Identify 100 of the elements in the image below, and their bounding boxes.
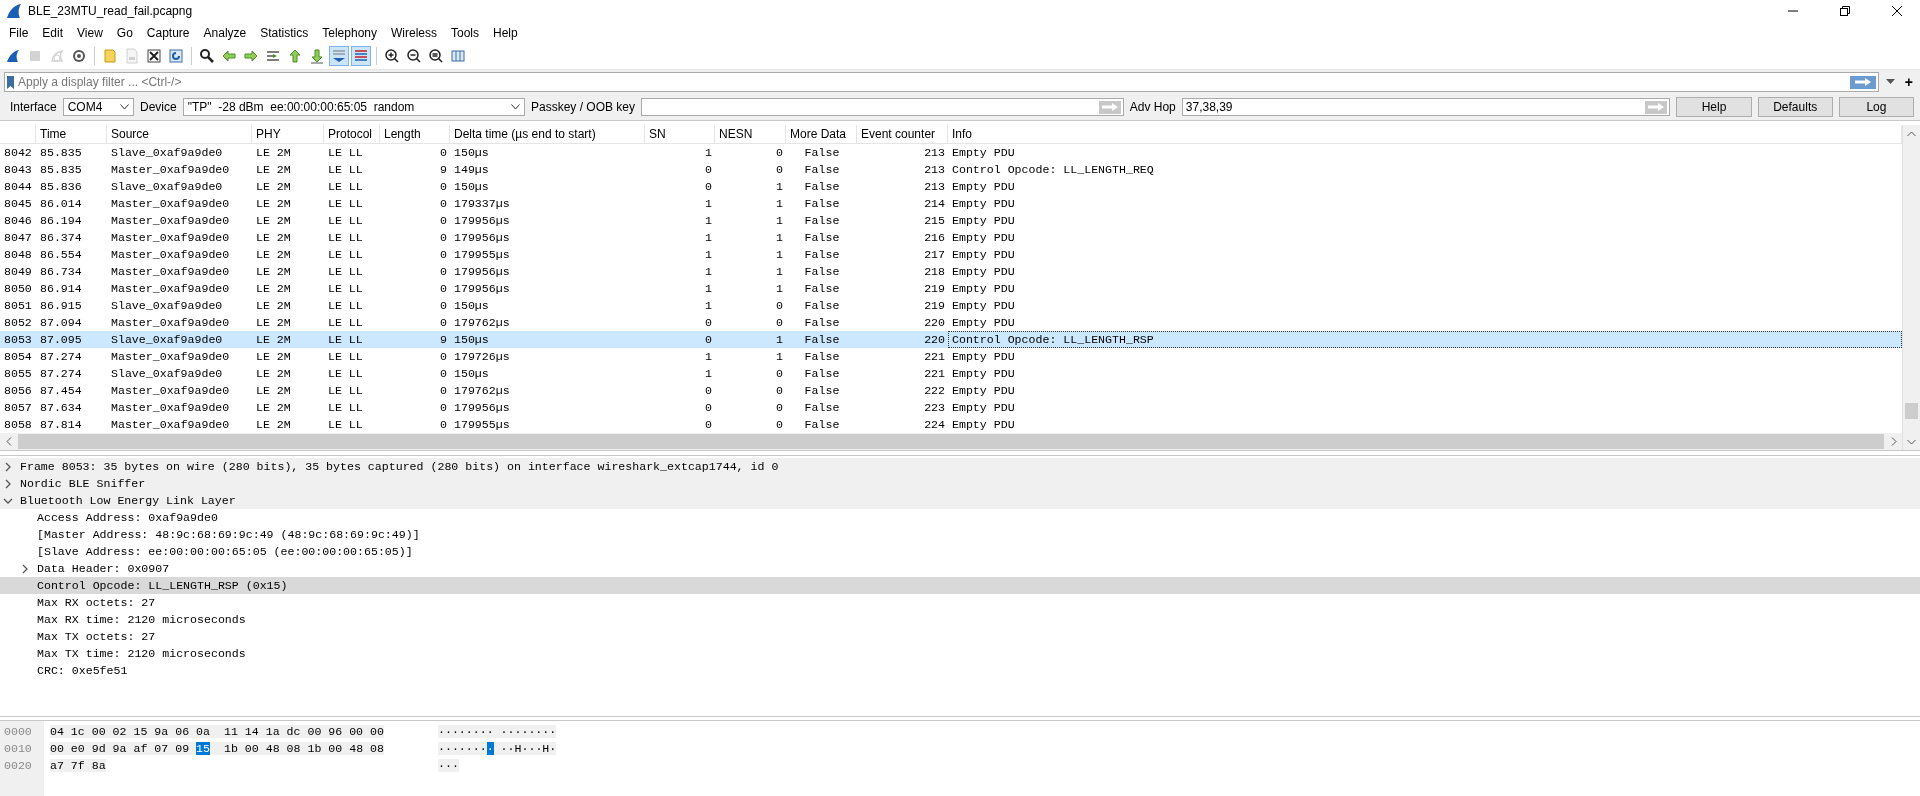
- table-cell-text: 179956µs: [453, 213, 511, 229]
- packet-row[interactable]: 8056 87.454 Master_0xaf9a9de0 LE 2M LE LL 0 179762µs 0 0 False 222 Empty PDU: [0, 382, 1902, 399]
- packet-row[interactable]: 8055 87.274 Slave_0xaf9a9de0 LE 2M LE LL 0 150µs 1 0 False 221 Empty PDU: [0, 365, 1902, 382]
- ascii-bytes[interactable]: ·······: [437, 742, 487, 755]
- autoscroll-toolbar-button[interactable]: [329, 46, 349, 66]
- packet-row[interactable]: 8054 87.274 Master_0xaf9a9de0 LE 2M LE LL 0 179726µs 1 1 False 221 Empty PDU: [0, 348, 1902, 365]
- menu-item[interactable]: Analyze: [196, 25, 254, 40]
- toolbar-text-button[interactable]: Log: [1838, 97, 1914, 117]
- table-cell-text: Empty PDU: [951, 281, 1016, 297]
- chevron-right-icon[interactable]: [3, 478, 13, 489]
- table-cell-text: 179956µs: [453, 281, 511, 297]
- packet-row[interactable]: 8045 86.014 Master_0xaf9a9de0 LE 2M LE LL 0 179337µs 1 1 False 214 Empty PDU: [0, 195, 1902, 212]
- menu-item[interactable]: Capture: [139, 25, 197, 40]
- packet-row[interactable]: 8047 86.374 Master_0xaf9a9de0 LE 2M LE LL 0 179956µs 1 1 False 216 Empty PDU: [0, 229, 1902, 246]
- tree-row[interactable]: Bluetooth Low Energy Link Layer: [0, 492, 1920, 509]
- hex-bytes[interactable]: a7 7f 8a: [50, 759, 106, 772]
- menu-item[interactable]: Go: [109, 25, 140, 40]
- tree-row[interactable]: Frame 8053: 35 bytes on wire (280 bits), 35 bytes captured (280 bits) on interface wireshark_extcap1744, id 0: [0, 458, 1920, 475]
- passkey-label: Passkey / OOB key: [531, 100, 636, 114]
- horizontal-scrollbar-thumb[interactable]: [18, 434, 1884, 449]
- tree-row[interactable]: Max RX octets: 27: [0, 594, 1920, 611]
- column-header[interactable]: More Data: [786, 125, 857, 143]
- bookmark-icon[interactable]: [7, 75, 14, 89]
- display-filter-box[interactable]: Apply a display filter ... <Ctrl-/>: [4, 72, 1879, 92]
- packet-row[interactable]: 8048 86.554 Master_0xaf9a9de0 LE 2M LE LL 0 179955µs 1 1 False 217 Empty PDU: [0, 246, 1902, 263]
- menu-item[interactable]: Statistics: [253, 25, 316, 40]
- packet-row[interactable]: 8046 86.194 Master_0xaf9a9de0 LE 2M LE LL 0 179956µs 1 1 False 215 Empty PDU: [0, 212, 1902, 229]
- ascii-bytes[interactable]: ·: [486, 742, 494, 755]
- table-cell-text: 213: [923, 179, 946, 195]
- fin-icon: [5, 48, 21, 64]
- interface-dropdown[interactable]: COM4: [62, 98, 134, 116]
- table-cell-text: Control Opcode: LL_LENGTH_REQ: [951, 162, 1155, 178]
- apply-filter-button[interactable]: [1849, 75, 1876, 89]
- packet-row[interactable]: 8052 87.094 Master_0xaf9a9de0 LE 2M LE LL 0 179762µs 0 0 False 220 Empty PDU: [0, 314, 1902, 331]
- vertical-scrollbar-thumb[interactable]: [1905, 403, 1918, 419]
- toolbar-text-button[interactable]: Help: [1676, 97, 1752, 117]
- column-header[interactable]: Source: [107, 125, 252, 143]
- tree-row[interactable]: Control Opcode: LL_LENGTH_RSP (0x15): [0, 577, 1920, 594]
- table-cell-text: 87.274: [39, 349, 83, 365]
- column-header[interactable]: Length: [380, 125, 450, 143]
- column-header[interactable]: Delta time (µs end to start): [450, 125, 645, 143]
- menu-item[interactable]: Telephony: [315, 25, 384, 40]
- device-dropdown[interactable]: "TP" -28 dBm ee:00:00:00:65:05 random: [182, 98, 525, 116]
- column-header[interactable]: Time: [36, 125, 107, 143]
- ascii-bytes[interactable]: ··H···H·: [493, 742, 557, 755]
- table-cell-text: 0: [775, 315, 784, 331]
- table-cell-text: 8042: [3, 145, 33, 161]
- packet-row[interactable]: 8043 85.835 Master_0xaf9a9de0 LE 2M LE LL 9 149µs 0 0 False 213 Control Opcode: LL_LENGTH_REQ: [0, 161, 1902, 178]
- hex-bytes[interactable]: 15: [196, 742, 211, 755]
- tree-row[interactable]: [Slave Address: ee:00:00:00:65:05 (ee:00:00:00:65:05)]: [0, 543, 1920, 560]
- menu-item[interactable]: View: [70, 25, 110, 40]
- menu-item[interactable]: Tools: [444, 25, 486, 40]
- tree-row[interactable]: CRC: 0xe5fe51: [0, 662, 1920, 679]
- table-cell-text: False: [803, 264, 841, 280]
- dropdown-caret-icon[interactable]: [1885, 79, 1895, 85]
- tree-row[interactable]: Max TX time: 2120 microseconds: [0, 645, 1920, 662]
- toolbar-text-button[interactable]: Defaults: [1757, 97, 1833, 117]
- display-filter-field[interactable]: Apply a display filter ... <Ctrl-/>: [18, 75, 1846, 89]
- column-header[interactable]: Protocol: [324, 125, 380, 143]
- tree-item-text: Bluetooth Low Energy Link Layer: [19, 494, 237, 507]
- menu-item[interactable]: Edit: [35, 25, 71, 40]
- packet-row[interactable]: 8058 87.814 Master_0xaf9a9de0 LE 2M LE LL 0 179955µs 0 0 False 224 Empty PDU: [0, 416, 1902, 433]
- menu-item[interactable]: File: [2, 25, 36, 40]
- chevron-right-icon[interactable]: [3, 461, 13, 472]
- column-header[interactable]: PHY: [252, 125, 324, 143]
- column-header[interactable]: Event counter: [857, 125, 948, 143]
- packet-row[interactable]: 8050 86.914 Master_0xaf9a9de0 LE 2M LE LL 0 179956µs 1 1 False 219 Empty PDU: [0, 280, 1902, 297]
- menu-item[interactable]: Help: [486, 25, 525, 40]
- packet-row[interactable]: 8057 87.634 Master_0xaf9a9de0 LE 2M LE LL 0 179956µs 0 0 False 223 Empty PDU: [0, 399, 1902, 416]
- tree-row[interactable]: Max TX octets: 27: [0, 628, 1920, 645]
- table-cell-text: 179956µs: [453, 264, 511, 280]
- tree-row[interactable]: Nordic BLE Sniffer: [0, 475, 1920, 492]
- chevron-right-icon[interactable]: [20, 563, 30, 574]
- left-icon: [221, 48, 237, 64]
- packet-row[interactable]: 8053 87.095 Slave_0xaf9a9de0 LE 2M LE LL 9 150µs 0 1 False 220 Control Opcode: LL_LENGTH_RSP: [0, 331, 1902, 348]
- tree-row[interactable]: Max RX time: 2120 microseconds: [0, 611, 1920, 628]
- hex-bytes[interactable]: 1b 00 48 08 1b 00 48 08: [210, 742, 384, 755]
- packet-row[interactable]: 8042 85.835 Slave_0xaf9a9de0 LE 2M LE LL 0 150µs 1 0 False 213 Empty PDU: [0, 144, 1902, 161]
- table-cell-text: LE 2M: [255, 383, 292, 399]
- packet-row[interactable]: 8049 86.734 Master_0xaf9a9de0 LE 2M LE LL 0 179956µs 1 1 False 218 Empty PDU: [0, 263, 1902, 280]
- packet-row[interactable]: 8051 86.915 Slave_0xaf9a9de0 LE 2M LE LL 0 150µs 1 0 False 219 Empty PDU: [0, 297, 1902, 314]
- reload-toolbar-button[interactable]: [166, 46, 186, 66]
- tree-row[interactable]: [Master Address: 48:9c:68:69:9c:49 (48:9c:68:69:9c:49)]: [0, 526, 1920, 543]
- tree-row[interactable]: Data Header: 0x0907: [0, 560, 1920, 577]
- hex-bytes[interactable]: 04 1c 00 02 15 9a 06 0a 11 14 1a dc 00 96 00 00: [50, 725, 384, 738]
- column-header[interactable]: NESN: [715, 125, 786, 143]
- hex-bytes[interactable]: 00 e0 9d 9a af 07 09: [50, 742, 197, 755]
- passkey-field[interactable]: [641, 98, 1124, 116]
- close-toolbar-button[interactable]: [144, 46, 164, 66]
- ascii-bytes[interactable]: ···: [437, 759, 459, 772]
- app-fin-icon: [6, 3, 22, 19]
- add-filter-button[interactable]: +: [1901, 74, 1916, 90]
- colorize-toolbar-button[interactable]: [351, 46, 371, 66]
- tree-row[interactable]: Access Address: 0xaf9a9de0: [0, 509, 1920, 526]
- packet-row[interactable]: 8044 85.836 Slave_0xaf9a9de0 LE 2M LE LL 0 150µs 0 1 False 213 Empty PDU: [0, 178, 1902, 195]
- ascii-bytes[interactable]: ········ ········: [437, 725, 557, 738]
- device-label: Device: [140, 100, 177, 114]
- adv-hop-field[interactable]: 37,38,39: [1181, 98, 1671, 116]
- menu-item[interactable]: Wireless: [384, 25, 444, 40]
- column-header[interactable]: SN: [645, 125, 715, 143]
